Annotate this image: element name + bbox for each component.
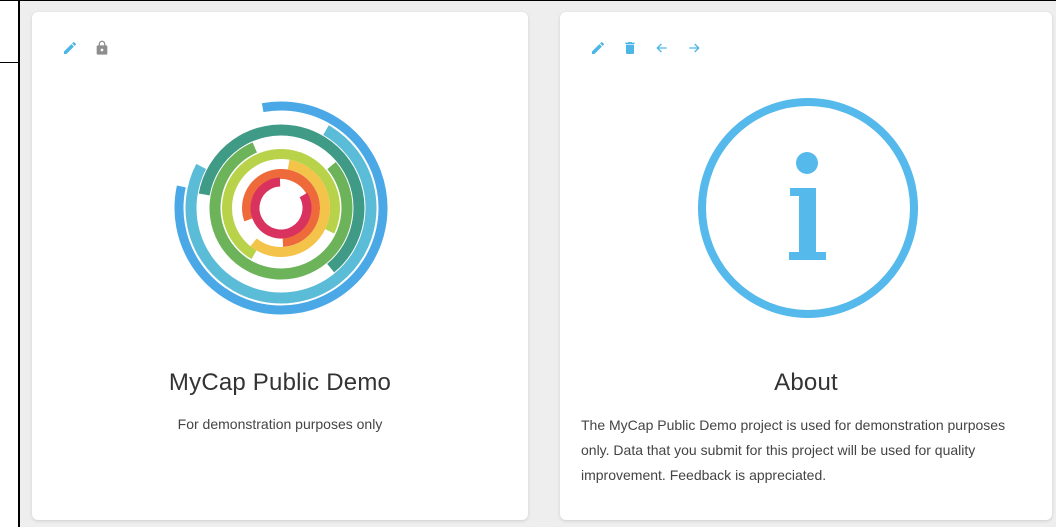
- arrow-left-icon[interactable]: [654, 40, 670, 56]
- lock-icon[interactable]: [94, 40, 110, 56]
- project-subtitle: For demonstration purposes only: [177, 416, 383, 432]
- edit-icon[interactable]: [62, 40, 78, 56]
- project-title: MyCap Public Demo: [168, 369, 392, 396]
- info-icon: [696, 96, 920, 320]
- arrow-right-icon[interactable]: [686, 40, 702, 56]
- mycap-logo: [172, 99, 390, 317]
- edit-icon[interactable]: [590, 40, 606, 56]
- delete-icon[interactable]: [622, 40, 638, 56]
- about-description: The MyCap Public Demo project is used fo…: [581, 417, 1006, 483]
- about-title: About: [774, 369, 838, 396]
- project-card: MyCap Public Demo For demonstration purp…: [32, 12, 528, 520]
- about-card: About The MyCap Public Demo project is u…: [560, 12, 1052, 520]
- project-card-toolbar: [62, 40, 110, 56]
- frame-tick: [0, 62, 19, 63]
- about-card-toolbar: [590, 40, 702, 56]
- cards-area: MyCap Public Demo For demonstration purp…: [20, 1, 1056, 527]
